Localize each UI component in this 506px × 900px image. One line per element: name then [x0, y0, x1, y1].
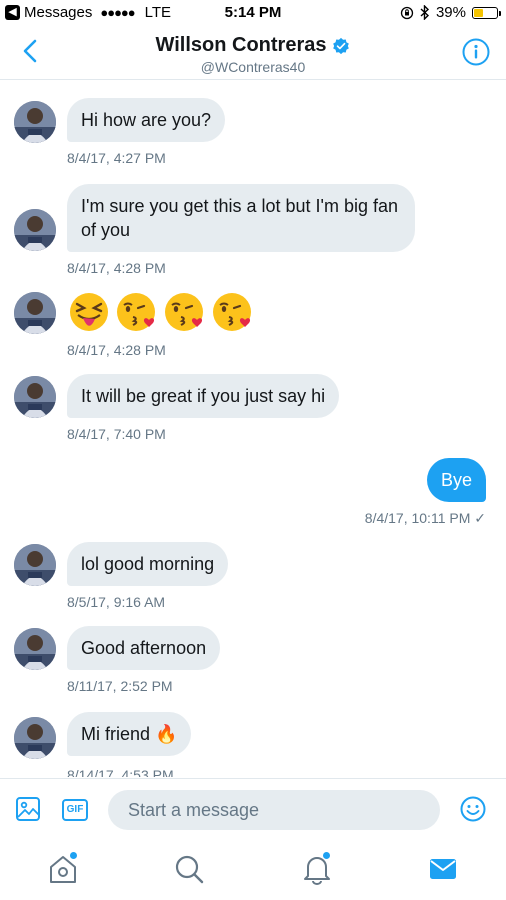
contact-name: Willson Contreras [155, 34, 327, 56]
kiss-heart-emoji-icon [165, 293, 203, 331]
message-timestamp: 8/4/17, 10:11 PM ✓ [364, 510, 486, 526]
squinting-tongue-emoji-icon [70, 293, 108, 331]
avatar[interactable] [14, 209, 56, 251]
message-composer: GIF Start a message [0, 778, 506, 840]
message-bubble-outgoing[interactable]: Bye [426, 458, 486, 502]
search-icon[interactable] [172, 852, 206, 886]
info-icon[interactable] [462, 38, 490, 66]
kiss-heart-emoji-icon [213, 293, 251, 331]
verified-badge-icon [333, 37, 350, 54]
contact-handle: @WContreras40 [200, 59, 306, 75]
avatar[interactable] [14, 101, 56, 143]
message-bubble[interactable]: Mi friend 🔥 [67, 712, 192, 756]
message-timestamp: 8/11/17, 2:52 PM [67, 678, 173, 694]
emoji-message[interactable] [67, 290, 255, 334]
message-timestamp: 8/4/17, 7:40 PM [67, 426, 166, 442]
message-bubble[interactable]: Good afternoon [67, 626, 221, 670]
status-right: 39% [400, 4, 501, 21]
message-bubble[interactable]: It will be great if you just say hi [67, 374, 340, 418]
message-bubble[interactable]: Hi how are you? [67, 98, 226, 142]
message-bubble[interactable]: I'm sure you get this a lot but I'm big … [67, 184, 415, 252]
avatar[interactable] [14, 292, 56, 334]
message-timestamp: 8/5/17, 9:16 AM [67, 594, 166, 610]
message-input[interactable]: Start a message [108, 790, 440, 830]
rotation-lock-icon [400, 6, 414, 19]
avatar[interactable] [14, 628, 56, 670]
avatar[interactable] [14, 544, 56, 586]
messages-envelope-icon[interactable] [426, 852, 460, 886]
gif-button[interactable]: GIF [62, 799, 88, 821]
bluetooth-icon [420, 5, 429, 20]
avatar[interactable] [14, 717, 56, 759]
emoji-picker-icon[interactable] [459, 795, 487, 823]
battery-percent: 39% [435, 4, 466, 21]
message-timestamp: 8/4/17, 4:28 PM [67, 342, 166, 358]
page-title: Willson Contreras [156, 34, 351, 57]
conversation-header: Willson Contreras @WContreras40 [0, 26, 506, 80]
message-timestamp: 8/4/17, 4:27 PM [67, 150, 166, 166]
notifications-dot [323, 852, 330, 859]
battery-icon [472, 6, 501, 19]
message-thread[interactable]: Hi how are you? 8/4/17, 4:27 PM I'm sure… [0, 80, 506, 777]
message-timestamp: 8/4/17, 4:28 PM [67, 260, 166, 276]
status-bar: ◀ Messages ●●●●● LTE 5:14 PM 39% [0, 0, 506, 26]
message-bubble[interactable]: lol good morning [67, 542, 229, 586]
message-timestamp: 8/14/17, 4:53 PM [67, 767, 174, 777]
avatar[interactable] [14, 376, 56, 418]
bottom-tab-bar [0, 840, 506, 900]
kiss-heart-emoji-icon [117, 293, 155, 331]
home-notification-dot [70, 852, 77, 859]
photo-icon[interactable] [14, 795, 42, 823]
header-title-block[interactable]: Willson Contreras @WContreras40 [0, 34, 506, 75]
